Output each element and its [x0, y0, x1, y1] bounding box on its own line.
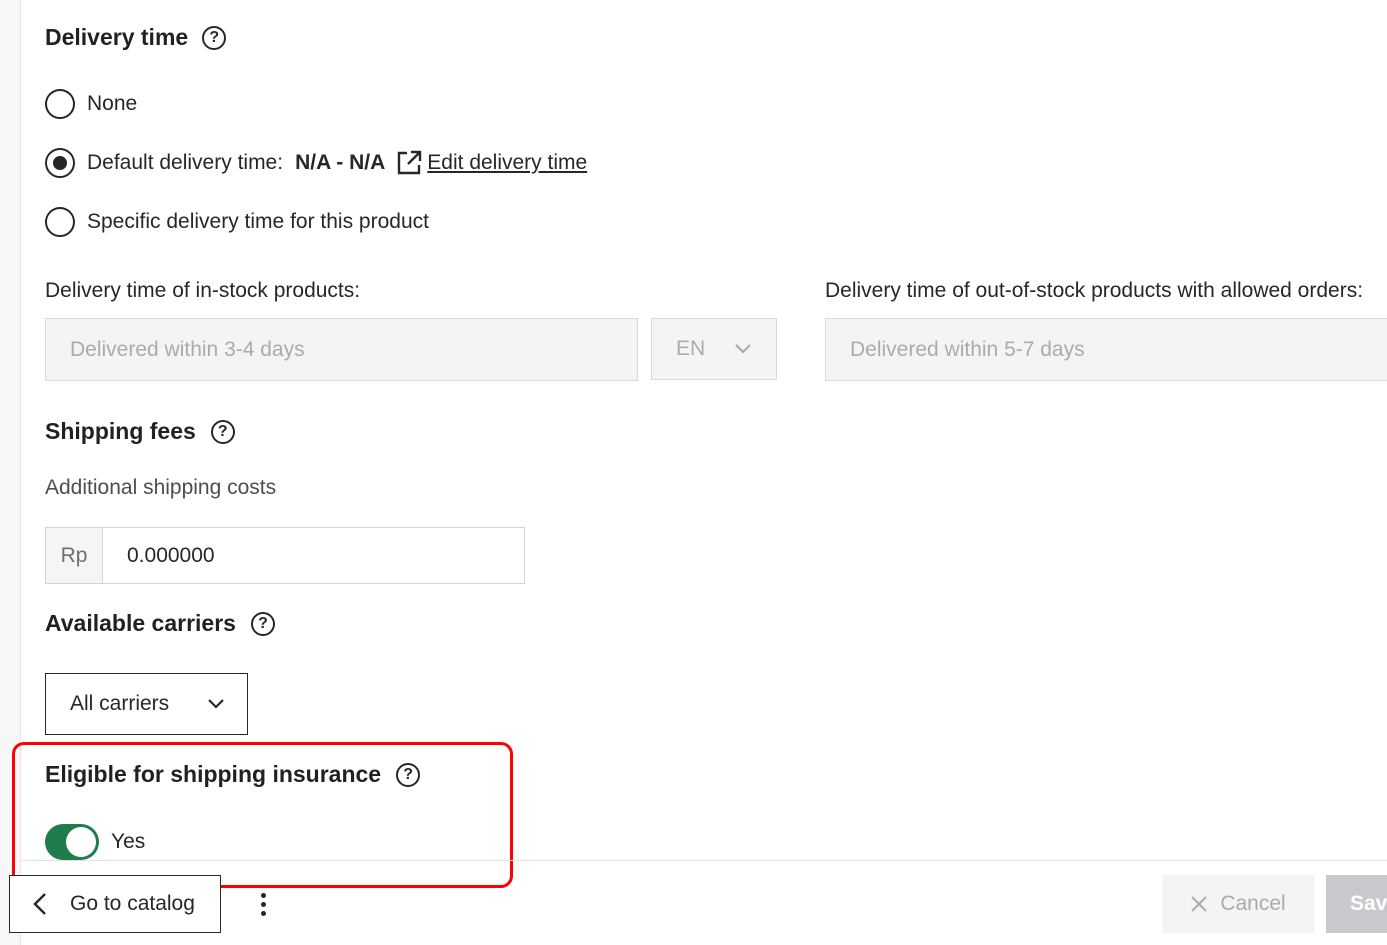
help-icon[interactable]: ? — [250, 611, 275, 636]
help-icon[interactable]: ? — [210, 419, 235, 444]
help-icon[interactable]: ? — [202, 25, 227, 50]
shipping-cost-input[interactable]: 0.000000 — [103, 528, 524, 583]
insurance-header: Eligible for shipping insurance ? — [45, 761, 421, 788]
go-to-catalog-label: Go to catalog — [70, 892, 195, 915]
carriers-heading: Available carriers — [45, 610, 236, 636]
radio-default-label: Default delivery time: — [87, 151, 284, 174]
close-icon — [1191, 896, 1208, 912]
default-delivery-value: N/A - N/A — [295, 151, 386, 174]
chevron-left-icon — [33, 893, 46, 915]
save-label: Sav — [1350, 892, 1387, 915]
language-value: EN — [676, 337, 706, 360]
shipping-cost-field[interactable]: Rp 0.000000 — [45, 527, 525, 584]
chevron-down-icon — [735, 344, 751, 354]
out-of-stock-label: Delivery time of out-of-stock products w… — [825, 279, 1364, 302]
carriers-header: Available carriers ? — [45, 610, 275, 637]
delivery-time-header: Delivery time ? — [45, 24, 227, 51]
radio-default-delivery[interactable]: Default delivery time: N/A - N/A Edit de… — [45, 148, 587, 178]
radio-specific-label: Specific delivery time for this product — [87, 210, 429, 233]
footer-divider — [21, 860, 1387, 861]
language-select[interactable]: EN — [651, 318, 777, 380]
radio-button[interactable] — [45, 89, 75, 119]
external-link-icon — [398, 150, 422, 175]
in-stock-placeholder: Delivered within 3-4 days — [70, 337, 305, 361]
more-options-icon[interactable] — [259, 893, 267, 916]
insurance-toggle-row[interactable]: Yes — [45, 824, 145, 860]
go-to-catalog-button[interactable]: Go to catalog — [9, 875, 221, 933]
chevron-down-icon — [208, 699, 224, 709]
toggle-label: Yes — [111, 830, 146, 853]
save-button[interactable]: Sav — [1326, 875, 1387, 933]
help-icon[interactable]: ? — [396, 762, 421, 787]
carriers-selected: All carriers — [70, 692, 170, 715]
radio-none-label: None — [87, 92, 138, 115]
out-of-stock-delivery-input[interactable]: Delivered within 5-7 days — [825, 318, 1387, 381]
edit-delivery-time-link[interactable]: Edit delivery time — [395, 149, 587, 177]
cancel-label: Cancel — [1220, 892, 1286, 915]
carriers-dropdown[interactable]: All carriers — [45, 673, 248, 735]
delivery-time-heading: Delivery time — [45, 24, 189, 50]
insurance-heading: Eligible for shipping insurance — [45, 761, 382, 787]
cancel-button[interactable]: Cancel — [1162, 875, 1314, 933]
radio-specific-delivery[interactable]: Specific delivery time for this product — [45, 207, 429, 237]
shipping-fees-heading: Shipping fees — [45, 418, 196, 444]
in-stock-delivery-input[interactable]: Delivered within 3-4 days — [45, 318, 638, 381]
edit-delivery-time-text[interactable]: Edit delivery time — [427, 151, 587, 175]
out-of-stock-placeholder: Delivered within 5-7 days — [850, 337, 1085, 361]
in-stock-label: Delivery time of in-stock products: — [45, 279, 361, 302]
shipping-fees-header: Shipping fees ? — [45, 418, 235, 445]
insurance-toggle[interactable] — [45, 824, 99, 860]
radio-button[interactable] — [45, 207, 75, 237]
currency-prefix: Rp — [46, 528, 103, 583]
additional-shipping-label: Additional shipping costs — [45, 476, 277, 499]
radio-none[interactable]: None — [45, 89, 137, 119]
radio-button-checked[interactable] — [45, 148, 75, 178]
